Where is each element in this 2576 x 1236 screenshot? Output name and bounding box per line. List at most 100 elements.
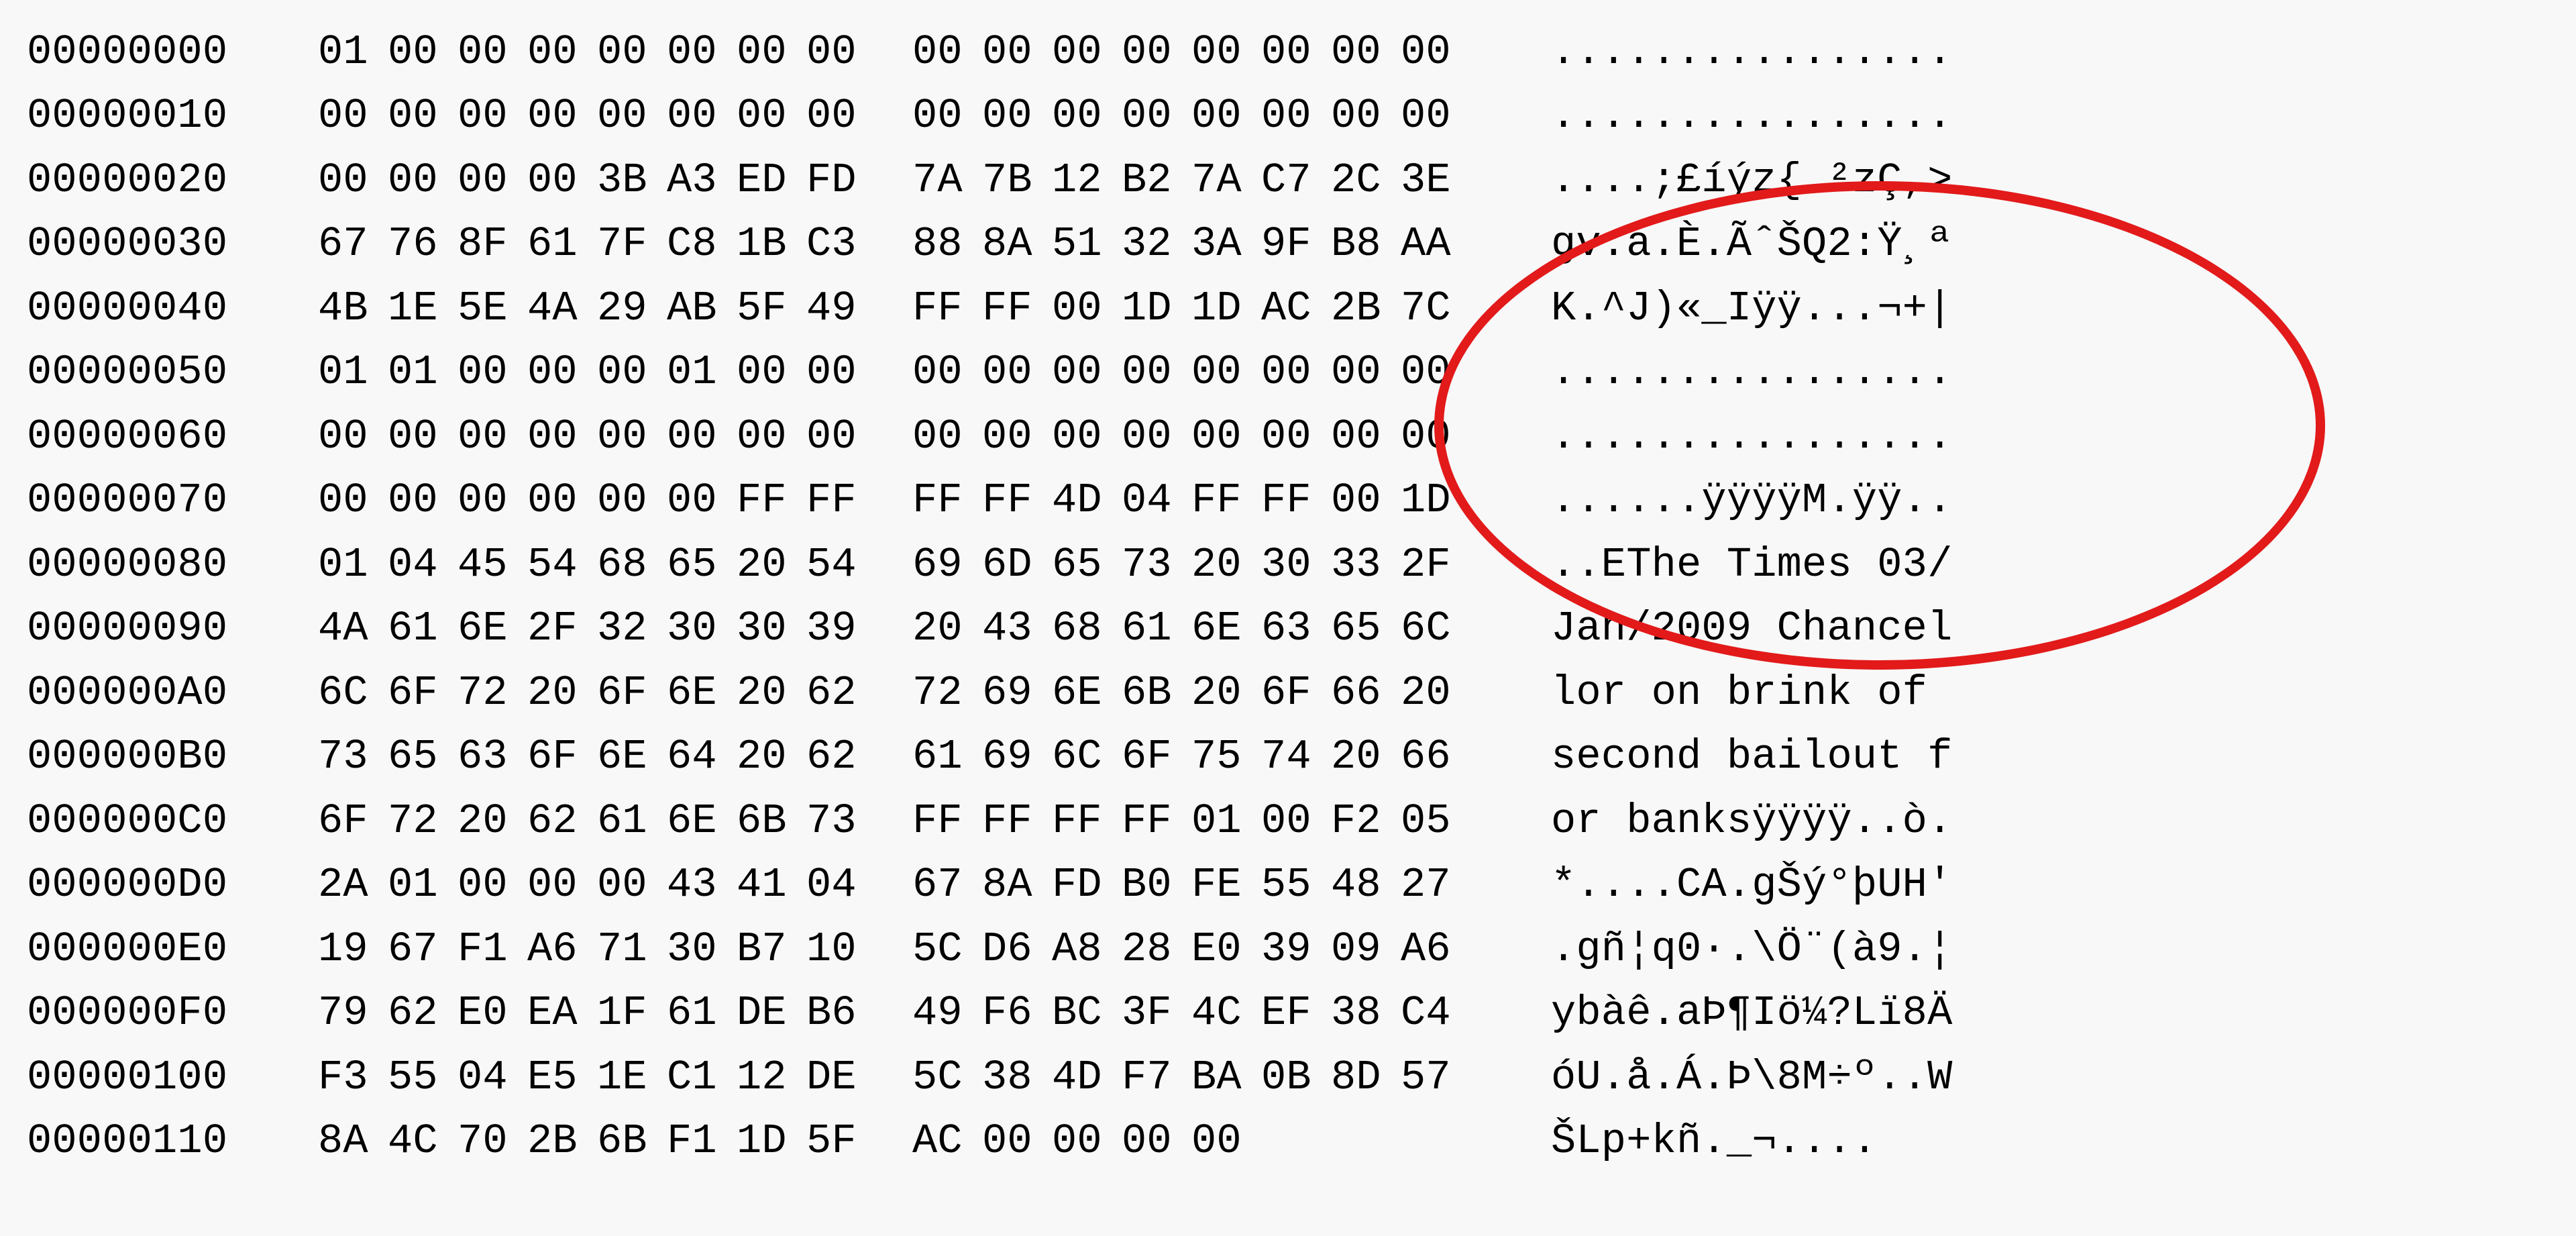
hex-bytes-left: 0000000000000000 [318,84,876,148]
ascii-repr: gv.a.È.ÃˆŠQ2:Ÿ¸ª [1551,212,1953,276]
hex-byte: 01 [318,340,388,404]
hex-byte: 00 [458,20,527,84]
hex-byte: 8F [458,212,527,276]
hex-byte: 5E [458,276,527,340]
ascii-repr: Jan/2009 Chancel [1551,597,1953,660]
hex-byte: 9F [1261,212,1331,276]
hex-row: 000001108A4C702B6BF11D5FAC00000000ŠLp+kñ… [27,1109,2549,1173]
hex-byte: 28 [1122,917,1191,981]
hex-byte: 51 [1052,212,1122,276]
hex-byte: 4D [1052,468,1122,532]
hex-byte: 00 [1191,340,1261,404]
offset: 00000090 [27,597,282,660]
offset: 00000030 [27,212,282,276]
hex-byte: 00 [318,468,388,532]
hex-byte: 1D [1122,276,1191,340]
hex-byte: 38 [982,1045,1052,1109]
hex-byte: 6F [1261,661,1331,725]
hex-byte: 6E [667,661,737,725]
hex-bytes-right: 49F6BC3F4CEF38C4 [912,981,1470,1045]
hex-byte: 00 [388,148,458,212]
hex-byte: 00 [912,340,982,404]
hex-byte: 5C [912,917,982,981]
offset: 000000E0 [27,917,282,981]
hex-byte: 00 [1401,340,1470,404]
hex-byte: 00 [1052,340,1122,404]
ascii-repr: ................ [1551,340,1953,404]
hex-byte: 72 [912,661,982,725]
hex-byte: 01 [318,533,388,597]
hex-byte: 30 [667,597,737,660]
hex-byte: F1 [667,1109,737,1173]
ascii-repr: ybàê.aÞ¶Iö¼?Lï8Ä [1551,981,1953,1045]
hex-byte: 00 [1261,340,1331,404]
hex-byte: 00 [1331,20,1401,84]
hex-byte: C7 [1261,148,1331,212]
hex-byte: 00 [1052,84,1122,148]
hex-byte: 65 [388,725,458,788]
hex-byte: 00 [597,84,667,148]
hex-byte: 1D [737,1109,806,1173]
hex-byte: C8 [667,212,737,276]
hex-byte: 4B [318,276,388,340]
hex-byte: 00 [912,20,982,84]
hex-byte: 6B [737,789,806,853]
hex-byte: 00 [1331,84,1401,148]
hex-byte: 8D [1331,1045,1401,1109]
offset: 00000100 [27,1045,282,1109]
hex-byte: 6F [1122,725,1191,788]
ascii-repr: .gñ¦q0·.\Ö¨(à9.¦ [1551,917,1953,981]
hex-byte: A6 [527,917,597,981]
hex-byte: 5C [912,1045,982,1109]
hex-byte: 00 [1331,468,1401,532]
hex-byte: FF [912,789,982,853]
hex-byte: 00 [388,405,458,468]
hex-byte: 00 [982,1109,1052,1173]
offset: 00000110 [27,1109,282,1173]
hex-byte: 20 [912,597,982,660]
hex-byte: 2C [1331,148,1401,212]
hex-byte: 00 [1401,405,1470,468]
hex-byte: 00 [458,405,527,468]
hex-byte: 7F [597,212,667,276]
hex-byte: A6 [1401,917,1470,981]
hex-byte: 04 [458,1045,527,1109]
hex-byte: 12 [737,1045,806,1109]
hex-row: 0000003067768F617FC81BC3888A51323A9FB8AA… [27,212,2549,276]
hex-byte: 2F [1401,533,1470,597]
hex-byte: 00 [458,148,527,212]
hex-bytes-left: 0000000000000000 [318,405,876,468]
hex-byte: 38 [1331,981,1401,1045]
offset: 00000060 [27,405,282,468]
hex-byte: 00 [388,20,458,84]
hex-byte: 45 [458,533,527,597]
hex-byte: 00 [1191,20,1261,84]
hex-byte: 7A [1191,148,1261,212]
offset: 000000B0 [27,725,282,788]
hex-byte: 1B [737,212,806,276]
hex-byte: 61 [597,789,667,853]
hex-byte: 32 [597,597,667,660]
hex-byte: 54 [527,533,597,597]
hex-byte: AC [1261,276,1331,340]
hex-byte: 55 [1261,853,1331,917]
hex-byte: 68 [597,533,667,597]
hex-byte: 8A [318,1109,388,1173]
hex-byte: 00 [1261,84,1331,148]
hex-byte: 00 [527,340,597,404]
hex-byte: 0B [1261,1045,1331,1109]
ascii-repr: lor on brink of [1551,661,1953,725]
ascii-repr: or banksÿÿÿÿ..ò. [1551,789,1953,853]
hex-byte: FF [806,468,876,532]
hex-byte: FF [1122,789,1191,853]
hex-byte: 00 [982,20,1052,84]
hex-byte: 54 [806,533,876,597]
hex-byte: 01 [1191,789,1261,853]
hex-byte: 1F [597,981,667,1045]
hex-byte: 32 [1122,212,1191,276]
hex-byte: 76 [388,212,458,276]
hex-bytes-right: 5CD6A828E03909A6 [912,917,1470,981]
hex-byte: FF [737,468,806,532]
hex-byte: B7 [737,917,806,981]
ascii-repr: ..EThe Times 03/ [1551,533,1953,597]
